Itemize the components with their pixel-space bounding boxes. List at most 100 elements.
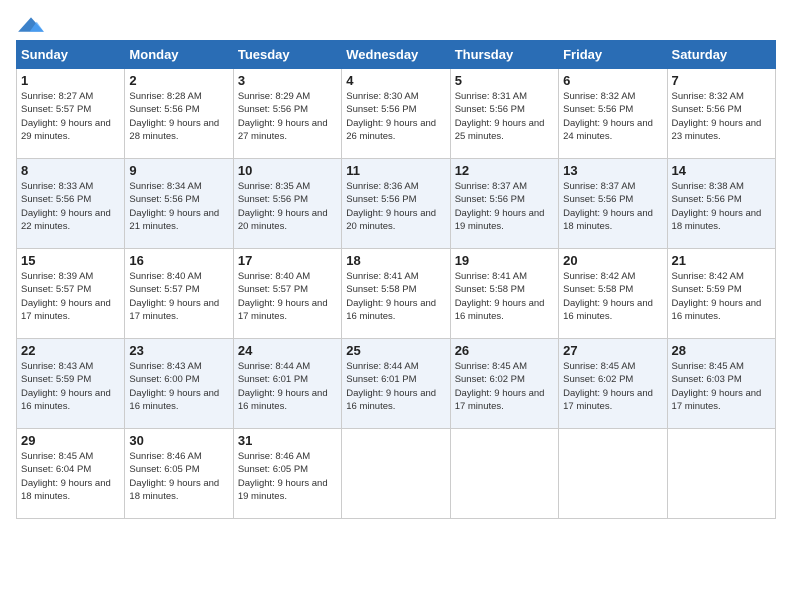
day-info: Sunrise: 8:37 AM Sunset: 5:56 PM Dayligh…	[563, 180, 662, 233]
calendar-cell: 18 Sunrise: 8:41 AM Sunset: 5:58 PM Dayli…	[342, 249, 450, 339]
calendar-cell: 31 Sunrise: 8:46 AM Sunset: 6:05 PM Dayli…	[233, 429, 341, 519]
day-number: 30	[129, 433, 228, 448]
day-number: 3	[238, 73, 337, 88]
calendar-cell: 21Sunrise: 8:42 AM Sunset: 5:59 PM Dayli…	[667, 249, 775, 339]
calendar-week-row: 8Sunrise: 8:33 AM Sunset: 5:56 PM Daylig…	[17, 159, 776, 249]
calendar-cell: 4 Sunrise: 8:30 AM Sunset: 5:56 PM Daylig…	[342, 69, 450, 159]
day-info: Sunrise: 8:46 AM Sunset: 6:05 PM Dayligh…	[238, 450, 337, 503]
calendar-cell	[667, 429, 775, 519]
day-number: 24	[238, 343, 337, 358]
day-number: 5	[455, 73, 554, 88]
day-number: 23	[129, 343, 228, 358]
day-number: 14	[672, 163, 771, 178]
calendar-cell: 7 Sunrise: 8:32 AM Sunset: 5:56 PM Daylig…	[667, 69, 775, 159]
logo	[16, 16, 46, 36]
day-number: 27	[563, 343, 662, 358]
day-number: 31	[238, 433, 337, 448]
calendar-cell: 13Sunrise: 8:37 AM Sunset: 5:56 PM Dayli…	[559, 159, 667, 249]
calendar-cell: 12 Sunrise: 8:37 AM Sunset: 5:56 PM Dayli…	[450, 159, 558, 249]
day-number: 7	[672, 73, 771, 88]
calendar-cell	[559, 429, 667, 519]
calendar-cell: 19 Sunrise: 8:41 AM Sunset: 5:58 PM Dayli…	[450, 249, 558, 339]
calendar-week-row: 22Sunrise: 8:43 AM Sunset: 5:59 PM Dayli…	[17, 339, 776, 429]
calendar-week-row: 15 Sunrise: 8:39 AM Sunset: 5:57 PM Dayli…	[17, 249, 776, 339]
day-info: Sunrise: 8:44 AM Sunset: 6:01 PM Dayligh…	[346, 360, 445, 413]
day-number: 20	[563, 253, 662, 268]
calendar-cell: 10Sunrise: 8:35 AM Sunset: 5:56 PM Dayli…	[233, 159, 341, 249]
day-header-monday: Monday	[125, 41, 233, 69]
page-header	[16, 16, 776, 36]
day-info: Sunrise: 8:29 AM Sunset: 5:56 PM Dayligh…	[238, 90, 337, 143]
day-info: Sunrise: 8:39 AM Sunset: 5:57 PM Dayligh…	[21, 270, 120, 323]
day-header-thursday: Thursday	[450, 41, 558, 69]
day-number: 1	[21, 73, 120, 88]
day-info: Sunrise: 8:44 AM Sunset: 6:01 PM Dayligh…	[238, 360, 337, 413]
calendar-cell: 15 Sunrise: 8:39 AM Sunset: 5:57 PM Dayli…	[17, 249, 125, 339]
calendar-week-row: 29 Sunrise: 8:45 AM Sunset: 6:04 PM Dayli…	[17, 429, 776, 519]
calendar-header-row: SundayMondayTuesdayWednesdayThursdayFrid…	[17, 41, 776, 69]
calendar-cell: 30 Sunrise: 8:46 AM Sunset: 6:05 PM Dayli…	[125, 429, 233, 519]
day-number: 18	[346, 253, 445, 268]
calendar-cell: 28 Sunrise: 8:45 AM Sunset: 6:03 PM Dayli…	[667, 339, 775, 429]
day-header-sunday: Sunday	[17, 41, 125, 69]
calendar-cell: 25 Sunrise: 8:44 AM Sunset: 6:01 PM Dayli…	[342, 339, 450, 429]
calendar-cell: 5 Sunrise: 8:31 AM Sunset: 5:56 PM Daylig…	[450, 69, 558, 159]
day-number: 25	[346, 343, 445, 358]
day-number: 12	[455, 163, 554, 178]
day-number: 16	[129, 253, 228, 268]
calendar-cell: 8Sunrise: 8:33 AM Sunset: 5:56 PM Daylig…	[17, 159, 125, 249]
day-info: Sunrise: 8:40 AM Sunset: 5:57 PM Dayligh…	[238, 270, 337, 323]
day-number: 2	[129, 73, 228, 88]
day-number: 17	[238, 253, 337, 268]
calendar-cell: 17 Sunrise: 8:40 AM Sunset: 5:57 PM Dayli…	[233, 249, 341, 339]
day-info: Sunrise: 8:31 AM Sunset: 5:56 PM Dayligh…	[455, 90, 554, 143]
day-info: Sunrise: 8:41 AM Sunset: 5:58 PM Dayligh…	[455, 270, 554, 323]
day-info: Sunrise: 8:41 AM Sunset: 5:58 PM Dayligh…	[346, 270, 445, 323]
day-info: Sunrise: 8:45 AM Sunset: 6:04 PM Dayligh…	[21, 450, 120, 503]
day-info: Sunrise: 8:45 AM Sunset: 6:02 PM Dayligh…	[563, 360, 662, 413]
calendar-table: SundayMondayTuesdayWednesdayThursdayFrid…	[16, 40, 776, 519]
day-number: 6	[563, 73, 662, 88]
day-info: Sunrise: 8:43 AM Sunset: 5:59 PM Dayligh…	[21, 360, 120, 413]
day-number: 4	[346, 73, 445, 88]
day-info: Sunrise: 8:32 AM Sunset: 5:56 PM Dayligh…	[672, 90, 771, 143]
day-header-wednesday: Wednesday	[342, 41, 450, 69]
calendar-cell: 9 Sunrise: 8:34 AM Sunset: 5:56 PM Daylig…	[125, 159, 233, 249]
day-number: 15	[21, 253, 120, 268]
day-info: Sunrise: 8:43 AM Sunset: 6:00 PM Dayligh…	[129, 360, 228, 413]
day-info: Sunrise: 8:36 AM Sunset: 5:56 PM Dayligh…	[346, 180, 445, 233]
day-info: Sunrise: 8:42 AM Sunset: 5:58 PM Dayligh…	[563, 270, 662, 323]
calendar-cell: 20 Sunrise: 8:42 AM Sunset: 5:58 PM Dayli…	[559, 249, 667, 339]
logo-icon	[16, 16, 46, 36]
day-number: 29	[21, 433, 120, 448]
calendar-week-row: 1 Sunrise: 8:27 AM Sunset: 5:57 PM Daylig…	[17, 69, 776, 159]
calendar-cell: 22Sunrise: 8:43 AM Sunset: 5:59 PM Dayli…	[17, 339, 125, 429]
day-info: Sunrise: 8:37 AM Sunset: 5:56 PM Dayligh…	[455, 180, 554, 233]
day-header-friday: Friday	[559, 41, 667, 69]
day-info: Sunrise: 8:30 AM Sunset: 5:56 PM Dayligh…	[346, 90, 445, 143]
day-info: Sunrise: 8:45 AM Sunset: 6:03 PM Dayligh…	[672, 360, 771, 413]
day-info: Sunrise: 8:27 AM Sunset: 5:57 PM Dayligh…	[21, 90, 120, 143]
calendar-cell: 2 Sunrise: 8:28 AM Sunset: 5:56 PM Daylig…	[125, 69, 233, 159]
day-number: 9	[129, 163, 228, 178]
day-info: Sunrise: 8:46 AM Sunset: 6:05 PM Dayligh…	[129, 450, 228, 503]
calendar-cell	[342, 429, 450, 519]
day-number: 28	[672, 343, 771, 358]
day-info: Sunrise: 8:28 AM Sunset: 5:56 PM Dayligh…	[129, 90, 228, 143]
day-number: 11	[346, 163, 445, 178]
day-number: 26	[455, 343, 554, 358]
day-number: 10	[238, 163, 337, 178]
calendar-cell: 24 Sunrise: 8:44 AM Sunset: 6:01 PM Dayli…	[233, 339, 341, 429]
day-info: Sunrise: 8:42 AM Sunset: 5:59 PM Dayligh…	[672, 270, 771, 323]
day-number: 19	[455, 253, 554, 268]
calendar-cell: 14Sunrise: 8:38 AM Sunset: 5:56 PM Dayli…	[667, 159, 775, 249]
calendar-cell: 23 Sunrise: 8:43 AM Sunset: 6:00 PM Dayli…	[125, 339, 233, 429]
calendar-cell: 26Sunrise: 8:45 AM Sunset: 6:02 PM Dayli…	[450, 339, 558, 429]
day-info: Sunrise: 8:40 AM Sunset: 5:57 PM Dayligh…	[129, 270, 228, 323]
day-info: Sunrise: 8:34 AM Sunset: 5:56 PM Dayligh…	[129, 180, 228, 233]
calendar-cell: 6 Sunrise: 8:32 AM Sunset: 5:56 PM Daylig…	[559, 69, 667, 159]
day-info: Sunrise: 8:32 AM Sunset: 5:56 PM Dayligh…	[563, 90, 662, 143]
day-number: 8	[21, 163, 120, 178]
calendar-cell: 11 Sunrise: 8:36 AM Sunset: 5:56 PM Dayli…	[342, 159, 450, 249]
day-header-tuesday: Tuesday	[233, 41, 341, 69]
